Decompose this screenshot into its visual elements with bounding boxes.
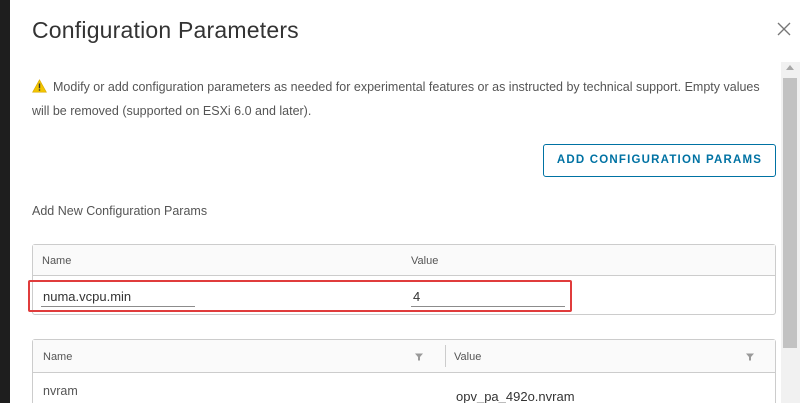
warning-icon: [32, 78, 47, 100]
filter-icon[interactable]: [745, 352, 755, 362]
existing-params-grid: Name Value nvram: [32, 339, 776, 403]
background-shade: [0, 0, 10, 403]
warning-message: Modify or add configuration parameters a…: [32, 76, 777, 122]
filter-icon[interactable]: [414, 352, 424, 362]
new-param-row: [33, 276, 775, 314]
new-params-header: Name Value: [33, 245, 775, 276]
column-header-name[interactable]: Name: [43, 351, 72, 363]
param-name-input[interactable]: [41, 287, 195, 307]
param-name-cell: nvram: [43, 384, 78, 398]
warning-text: Modify or add configuration parameters a…: [32, 80, 760, 118]
add-new-params-label: Add New Configuration Params: [32, 204, 208, 218]
existing-params-header: Name Value: [33, 340, 775, 373]
column-header-value[interactable]: Value: [454, 351, 481, 363]
column-header-value: Value: [411, 255, 439, 267]
column-resize-handle[interactable]: [445, 345, 446, 367]
param-value-input[interactable]: [454, 386, 609, 403]
scrollbar-thumb[interactable]: [783, 78, 797, 348]
close-icon[interactable]: [775, 20, 793, 38]
dialog-body: Modify or add configuration parameters a…: [10, 62, 781, 403]
table-row: nvram: [33, 373, 775, 403]
scroll-up-arrow-icon[interactable]: [786, 65, 794, 70]
add-configuration-params-button[interactable]: ADD CONFIGURATION PARAMS: [543, 144, 776, 177]
param-value-input[interactable]: [411, 287, 565, 307]
new-params-grid: Name Value: [32, 244, 776, 315]
vertical-scrollbar[interactable]: [781, 62, 800, 403]
configuration-parameters-dialog: Configuration Parameters Modify or add c…: [10, 0, 800, 403]
column-header-name: Name: [42, 255, 72, 267]
dialog-title: Configuration Parameters: [32, 17, 299, 43]
